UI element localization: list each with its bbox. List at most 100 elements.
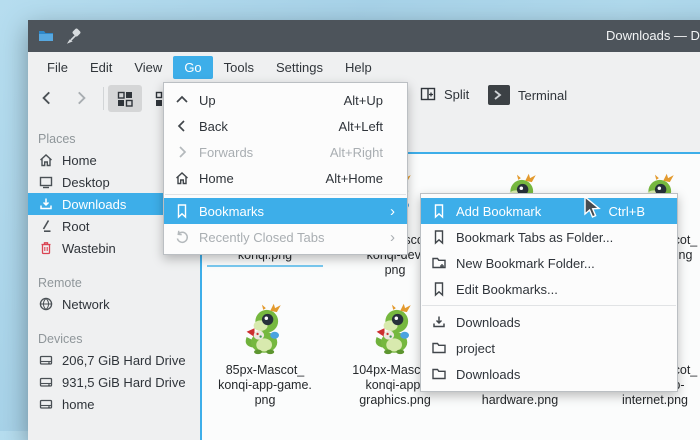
network-icon bbox=[38, 296, 54, 312]
dolphin-window: Downloads — Dolphin File Edit View Go To… bbox=[28, 20, 700, 440]
menu-item-label: Edit Bookmarks... bbox=[456, 282, 558, 297]
download-icon bbox=[38, 196, 54, 212]
submenu-arrow-icon: › bbox=[390, 204, 397, 219]
menu-item-bookmarks[interactable]: Bookmarks › bbox=[164, 198, 407, 224]
menu-item-home[interactable]: Home Alt+Home bbox=[164, 165, 407, 191]
folder-icon bbox=[431, 366, 447, 382]
bookmark-icon bbox=[431, 281, 447, 297]
menu-item-new-bookmark-folder[interactable]: New Bookmark Folder... bbox=[421, 250, 677, 276]
download-icon bbox=[431, 314, 447, 330]
menu-separator bbox=[165, 194, 406, 195]
window-folder-icon bbox=[38, 28, 54, 44]
menu-item-label: Back bbox=[199, 119, 228, 134]
forward-icon bbox=[174, 144, 190, 160]
home-icon bbox=[38, 152, 54, 168]
menu-item-bookmark-project[interactable]: project bbox=[421, 335, 677, 361]
menu-tools[interactable]: Tools bbox=[213, 56, 265, 79]
menu-item-label: Downloads bbox=[456, 315, 520, 330]
split-icon bbox=[420, 86, 436, 102]
back-button[interactable] bbox=[38, 89, 56, 107]
split-label: Split bbox=[444, 87, 469, 102]
terminal-button[interactable]: Terminal bbox=[488, 85, 567, 105]
konqi-thumbnail bbox=[237, 302, 293, 358]
menu-settings[interactable]: Settings bbox=[265, 56, 334, 79]
toolbar-separator bbox=[103, 87, 104, 110]
file-label-line: konqi-app-game. bbox=[207, 378, 323, 393]
bookmark-icon bbox=[431, 203, 447, 219]
menu-item-edit-bookmarks[interactable]: Edit Bookmarks... bbox=[421, 276, 677, 302]
menu-item-bookmark-tabs-as-folder[interactable]: Bookmark Tabs as Folder... bbox=[421, 224, 677, 250]
file-label-line: png bbox=[207, 393, 323, 408]
undo-icon bbox=[174, 229, 190, 245]
menu-item-add-bookmark[interactable]: Add Bookmark Ctrl+B bbox=[421, 198, 677, 224]
menu-shortcut: Alt+Right bbox=[330, 145, 397, 160]
sidebar-item-label: Downloads bbox=[62, 197, 126, 212]
menu-item-label: Recently Closed Tabs bbox=[199, 230, 325, 245]
menu-item-label: Home bbox=[199, 171, 234, 186]
sidebar-item-label: 206,7 GiB Hard Drive bbox=[62, 353, 186, 368]
menu-item-label: Bookmarks bbox=[199, 204, 264, 219]
menu-item-label: Downloads bbox=[456, 367, 520, 382]
go-menu: Up Alt+Up Back Alt+Left Forwards Alt+Rig… bbox=[163, 82, 408, 255]
menu-view[interactable]: View bbox=[123, 56, 173, 79]
menubar: File Edit View Go Tools Settings Help bbox=[28, 52, 700, 82]
sidebar-item-label: Home bbox=[62, 153, 97, 168]
bookmark-icon bbox=[431, 229, 447, 245]
drive-icon bbox=[38, 396, 54, 412]
home-icon bbox=[174, 170, 190, 186]
menu-file[interactable]: File bbox=[36, 56, 79, 79]
sidebar-item-label: Network bbox=[62, 297, 110, 312]
new-folder-icon bbox=[431, 255, 447, 271]
menu-item-label: Bookmark Tabs as Folder... bbox=[456, 230, 613, 245]
file-konqi-app-game[interactable]: 85px-Mascot_ konqi-app-game. png bbox=[207, 300, 323, 408]
icons-view-button[interactable] bbox=[108, 85, 142, 112]
menu-go[interactable]: Go bbox=[173, 56, 212, 79]
desktop-icon bbox=[38, 174, 54, 190]
titlebar[interactable]: Downloads — Dolphin bbox=[28, 20, 700, 52]
menu-edit[interactable]: Edit bbox=[79, 56, 123, 79]
sidebar-item-label: Wastebin bbox=[62, 241, 116, 256]
menu-item-forwards[interactable]: Forwards Alt+Right bbox=[164, 139, 407, 165]
icons-view-icon bbox=[117, 91, 133, 107]
menu-item-label: Add Bookmark bbox=[456, 204, 541, 219]
pin-icon[interactable] bbox=[66, 28, 82, 44]
forward-button[interactable] bbox=[72, 89, 90, 107]
back-icon bbox=[174, 118, 190, 134]
mouse-cursor bbox=[583, 196, 605, 220]
bookmarks-submenu: Add Bookmark Ctrl+B Bookmark Tabs as Fol… bbox=[420, 193, 678, 392]
bookmark-icon bbox=[174, 203, 190, 219]
file-label-line: graphics.png bbox=[337, 393, 453, 408]
file-label-line: 85px-Mascot_ bbox=[207, 363, 323, 378]
menu-item-bookmark-downloads-2[interactable]: Downloads bbox=[421, 361, 677, 387]
sidebar-item-label: 931,5 GiB Hard Drive bbox=[62, 375, 186, 390]
sidebar-item-label: home bbox=[62, 397, 95, 412]
sidebar-item-network[interactable]: Network bbox=[28, 293, 200, 315]
sidebar-item-drive-206[interactable]: 206,7 GiB Hard Drive bbox=[28, 349, 200, 371]
sidebar-item-drive-931[interactable]: 931,5 GiB Hard Drive bbox=[28, 371, 200, 393]
drive-icon bbox=[38, 352, 54, 368]
menu-shortcut: Alt+Up bbox=[344, 93, 397, 108]
terminal-label: Terminal bbox=[518, 88, 567, 103]
file-label-line: hardware.png bbox=[462, 393, 578, 408]
menu-item-up[interactable]: Up Alt+Up bbox=[164, 87, 407, 113]
konqi-thumbnail bbox=[367, 302, 423, 358]
sidebar-item-label: Root bbox=[62, 219, 89, 234]
menu-item-label: New Bookmark Folder... bbox=[456, 256, 595, 271]
file-label-line: internet.png bbox=[597, 393, 700, 408]
menu-item-label: Up bbox=[199, 93, 216, 108]
menu-shortcut: Alt+Home bbox=[326, 171, 397, 186]
menu-item-bookmark-downloads[interactable]: Downloads bbox=[421, 309, 677, 335]
menu-separator bbox=[422, 305, 676, 306]
menu-item-label: Forwards bbox=[199, 145, 253, 160]
menu-item-label: project bbox=[456, 341, 495, 356]
menu-help[interactable]: Help bbox=[334, 56, 383, 79]
menu-item-back[interactable]: Back Alt+Left bbox=[164, 113, 407, 139]
split-button[interactable]: Split bbox=[420, 86, 469, 102]
menu-item-recently-closed-tabs[interactable]: Recently Closed Tabs › bbox=[164, 224, 407, 250]
folder-icon bbox=[431, 340, 447, 356]
remote-header: Remote bbox=[28, 273, 200, 293]
drive-icon bbox=[38, 374, 54, 390]
sidebar-item-drive-home[interactable]: home bbox=[28, 393, 200, 415]
menu-shortcut: Ctrl+B bbox=[609, 204, 667, 219]
root-icon bbox=[38, 218, 54, 234]
